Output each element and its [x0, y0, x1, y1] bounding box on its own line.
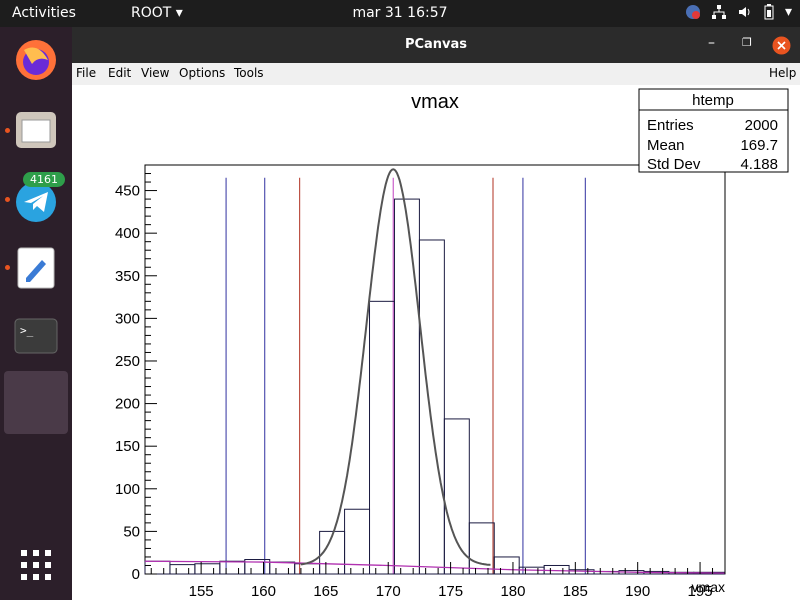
histogram-bin [144, 560, 171, 575]
histogram-bin [194, 563, 221, 575]
y-tick-label: 250 [115, 353, 140, 370]
menu-bar: File Edit View Options Tools Help [72, 63, 800, 86]
x-tick-label: 165 [313, 583, 338, 600]
running-indicator [5, 265, 10, 270]
dock-text-editor[interactable] [13, 245, 59, 291]
menu-tools[interactable]: Tools [234, 66, 264, 80]
running-indicator [5, 128, 10, 133]
histogram-bin [169, 564, 196, 575]
notification-icon[interactable] [685, 4, 701, 20]
pcanvas-window: PCanvas – ❐ File Edit View Options Tools… [72, 27, 800, 600]
y-tick-label: 350 [115, 268, 140, 285]
stats-box[interactable]: htemp Entries 2000 Mean 169.7 Std Dev 4.… [638, 88, 789, 173]
chevron-down-icon: ▾ [175, 5, 183, 21]
battery-icon[interactable] [763, 4, 775, 20]
clock[interactable]: mar 31 16:57 [0, 5, 800, 21]
stats-title: htemp [692, 92, 734, 109]
volume-icon[interactable] [737, 4, 753, 20]
histogram-bin [443, 418, 470, 575]
network-icon[interactable] [711, 4, 727, 20]
x-tick-label: 185 [563, 583, 588, 600]
y-tick-label: 150 [115, 438, 140, 455]
x-tick-label: 190 [625, 583, 650, 600]
app-menu-button[interactable]: ROOT ▾ [131, 5, 183, 21]
menu-file[interactable]: File [76, 66, 96, 80]
minimize-icon[interactable]: – [708, 35, 715, 51]
files-icon [16, 112, 56, 148]
app-grid-icon [21, 550, 51, 580]
menu-edit[interactable]: Edit [108, 66, 131, 80]
window-title: PCanvas [404, 37, 468, 52]
y-axis: 0 50 100 150 200 250 300 350 400 450 [115, 173, 157, 583]
y-tick-label: 100 [115, 481, 140, 498]
stats-value: 4.188 [740, 156, 778, 173]
maximize-icon[interactable]: ❐ [742, 36, 752, 49]
histogram-bin [294, 563, 321, 575]
menu-view[interactable]: View [141, 66, 169, 80]
dock-firefox[interactable] [13, 37, 59, 83]
y-tick-label: 0 [132, 566, 140, 583]
histogram-bin [493, 556, 520, 575]
dock-terminal[interactable]: >_ [13, 314, 59, 360]
show-applications-button[interactable] [13, 542, 59, 588]
menu-options[interactable]: Options [179, 66, 225, 80]
title-bar[interactable]: PCanvas – ❐ [72, 27, 800, 63]
stats-label: Std Dev [647, 156, 701, 173]
dock-files[interactable] [13, 107, 59, 153]
dock: 4161 >_ [0, 27, 72, 600]
top-bar: Activities ROOT ▾ mar 31 16:57 ▾ [0, 0, 800, 27]
running-indicator [5, 197, 10, 202]
x-tick-label: 180 [500, 583, 525, 600]
chart-title: vmax [411, 91, 459, 113]
stats-value: 169.7 [740, 137, 778, 154]
histogram-bin [543, 564, 570, 575]
x-axis-label: vmax [692, 579, 725, 595]
histogram-bin [269, 561, 296, 575]
histogram-chart[interactable]: vmax 155 160 165 170 175 180 185 190 195 0501001… [72, 85, 800, 600]
text-editor-icon [17, 247, 55, 289]
activities-button[interactable]: Activities [12, 5, 76, 21]
histogram-bin [393, 198, 420, 575]
gaussian-fit-curve [300, 168, 491, 566]
histogram-bin [418, 239, 445, 575]
dock-root-window[interactable] [4, 371, 68, 434]
terminal-icon: >_ [14, 318, 58, 354]
system-tray[interactable]: ▾ [685, 4, 792, 20]
y-tick-label: 50 [123, 523, 140, 540]
histogram-bin [369, 300, 395, 575]
histogram-bin [219, 560, 246, 575]
close-icon[interactable] [772, 36, 791, 55]
power-menu-icon[interactable]: ▾ [785, 4, 792, 20]
y-tick-label: 200 [115, 396, 140, 413]
y-tick-label: 400 [115, 225, 140, 242]
plot-frame [144, 164, 726, 575]
stats-value: 2000 [745, 117, 778, 134]
vertical-marker-lines [225, 177, 586, 574]
firefox-icon [16, 40, 56, 80]
stats-label: Entries [647, 117, 694, 134]
y-tick-label: 300 [115, 310, 140, 327]
root-canvas[interactable]: vmax 155 160 165 170 175 180 185 190 195 0 50 100 1… [72, 85, 800, 600]
histogram-bars [144, 198, 726, 575]
x-tick-label: 170 [376, 583, 401, 600]
svg-text:>_: >_ [20, 324, 34, 337]
x-tick-label: 175 [438, 583, 463, 600]
x-tick-label: 155 [189, 583, 214, 600]
x-tick-label: 160 [251, 583, 276, 600]
unread-badge: 4161 [23, 172, 65, 187]
app-menu-label: ROOT [131, 5, 172, 21]
menu-help[interactable]: Help [769, 66, 796, 80]
y-tick-label: 450 [115, 183, 140, 200]
stats-label: Mean [647, 137, 685, 154]
histogram-bin [468, 522, 495, 575]
